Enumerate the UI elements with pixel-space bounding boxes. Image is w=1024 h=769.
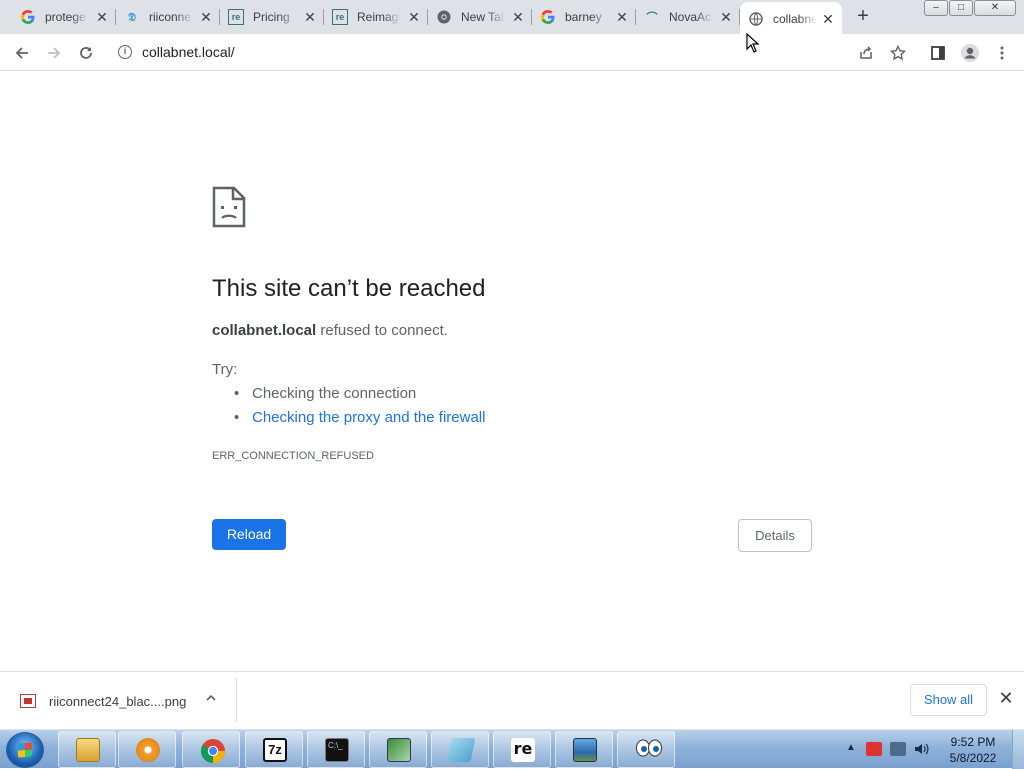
tab-new-tab[interactable]: New Tab ✕ (428, 0, 532, 34)
tab-riiconnect[interactable]: 𝕯 riiconnect ✕ (116, 0, 220, 34)
globe-icon (748, 11, 764, 27)
download-item[interactable]: riiconnect24_blac....png (12, 686, 236, 722)
clock-time: 9:52 PM (950, 735, 996, 749)
show-desktop-button[interactable] (1012, 730, 1024, 769)
show-all-button[interactable]: Show all (910, 684, 987, 716)
volume-icon[interactable] (914, 742, 930, 756)
chevron-up-icon[interactable] (205, 692, 217, 707)
site-info-icon[interactable]: i (118, 45, 132, 59)
tray-expand-icon[interactable]: ▲ (846, 742, 856, 753)
menu-icon[interactable] (990, 41, 1014, 65)
re-icon[interactable]: re (493, 731, 551, 768)
tab-protege[interactable]: protege ✕ (12, 0, 116, 34)
download-divider (236, 678, 237, 722)
start-button[interactable] (6, 732, 44, 768)
close-tab-icon[interactable]: ✕ (406, 9, 422, 25)
try-label: Try: (212, 361, 238, 378)
chrome-icon[interactable] (182, 731, 240, 768)
address-bar[interactable]: i collabnet.local/ (108, 38, 848, 66)
close-window-button[interactable]: ✕ (974, 0, 1016, 16)
network-tool-icon[interactable] (369, 731, 427, 768)
re-icon: re (332, 9, 348, 25)
sad-page-icon (212, 186, 246, 228)
address-text: collabnet.local/ (142, 44, 235, 60)
tab-novaac[interactable]: ⌒ NovaAc ✕ (636, 0, 740, 34)
cmd-icon[interactable]: C:\_ (307, 731, 365, 768)
close-tab-icon[interactable]: ✕ (820, 11, 836, 27)
close-tab-icon[interactable]: ✕ (718, 9, 734, 25)
close-tab-icon[interactable]: ✕ (510, 9, 526, 25)
tab-title: protege (45, 10, 86, 24)
image-file-icon (20, 694, 36, 708)
side-panel-icon[interactable] (926, 41, 950, 65)
tab-title: Pricing (253, 10, 290, 24)
suggestion-check-proxy-link[interactable]: Checking the proxy and the firewall (232, 409, 485, 433)
tab-pricing[interactable]: re Pricing ✕ (220, 0, 324, 34)
notepad-icon[interactable] (431, 731, 489, 768)
reload-button[interactable]: Reload (212, 519, 286, 550)
tab-title: barney (565, 10, 602, 24)
profile-icon[interactable] (958, 41, 982, 65)
error-description: collabnet.local refused to connect. (212, 322, 448, 339)
share-icon[interactable] (854, 41, 878, 65)
action-center-icon[interactable] (866, 742, 882, 756)
bookmark-star-icon[interactable] (886, 41, 910, 65)
tab-title: Reimagine (357, 10, 401, 24)
tab-reimagine[interactable]: re Reimagine ✕ (324, 0, 428, 34)
tab-collabnet-active[interactable]: collabnet ✕ (740, 2, 842, 36)
network-icon[interactable] (890, 742, 906, 756)
maximize-button[interactable]: □ (949, 0, 973, 16)
nova-icon: ⌒ (646, 12, 658, 24)
explorer-icon[interactable] (58, 731, 116, 768)
browser-toolbar: i collabnet.local/ (0, 34, 1024, 71)
chrome-icon (436, 9, 452, 25)
tab-title: NovaAc (669, 10, 712, 24)
download-file-name: riiconnect24_blac....png (49, 694, 187, 709)
system-clock[interactable]: 9:52 PM 5/8/2022 (940, 734, 1006, 766)
7zip-icon[interactable]: 7z (245, 731, 303, 768)
reload-icon[interactable] (74, 41, 98, 65)
windows-taskbar: 7z C:\_ re ▲ 9:52 PM 5/8/2022 (0, 729, 1024, 769)
forward-icon[interactable] (42, 41, 66, 65)
media-player-icon[interactable] (118, 731, 176, 768)
riiconnect-icon: 𝕯 (128, 9, 136, 24)
tab-title: New Tab (461, 10, 505, 24)
minimize-button[interactable]: – (924, 0, 948, 16)
error-title: This site can’t be reached (212, 275, 486, 302)
details-button[interactable]: Details (738, 519, 812, 552)
suggestion-check-connection: Checking the connection (232, 385, 485, 409)
tab-barney[interactable]: barney ✕ (532, 0, 636, 34)
tab-title: collabnet (773, 12, 817, 26)
google-g-icon (540, 9, 556, 25)
error-host: collabnet.local (212, 322, 317, 339)
error-code: ERR_CONNECTION_REFUSED (212, 450, 374, 462)
clock-date: 5/8/2022 (949, 751, 997, 765)
close-tab-icon[interactable]: ✕ (614, 9, 630, 25)
photo-icon[interactable] (555, 731, 613, 768)
close-tab-icon[interactable]: ✕ (302, 9, 318, 25)
suggestions-list: Checking the connection Checking the pro… (232, 385, 485, 433)
mouse-cursor-icon (746, 32, 760, 53)
download-shelf: riiconnect24_blac....png Show all ✕ (0, 671, 1024, 729)
back-icon[interactable] (10, 41, 34, 65)
new-tab-button[interactable]: + (852, 6, 874, 28)
re-icon: re (228, 9, 244, 25)
close-shelf-icon[interactable]: ✕ (996, 688, 1016, 708)
tab-strip: protege ✕ 𝕯 riiconnect ✕ re Pricing ✕ re… (0, 0, 1024, 36)
close-tab-icon[interactable]: ✕ (198, 9, 214, 25)
window-controls: – □ ✕ (923, 0, 1016, 16)
eyes-icon[interactable] (617, 731, 675, 768)
error-description-rest: refused to connect. (316, 322, 448, 339)
tab-title: riiconnect (149, 10, 193, 24)
google-g-icon (20, 9, 36, 25)
close-tab-icon[interactable]: ✕ (94, 9, 110, 25)
